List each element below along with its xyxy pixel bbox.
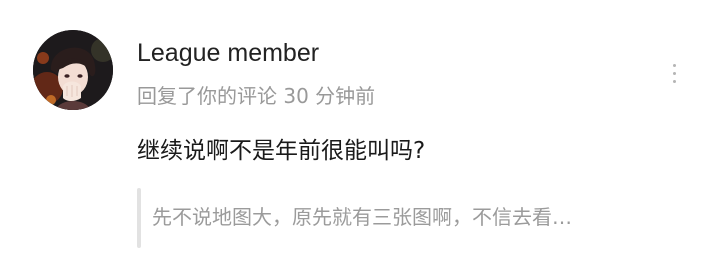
- quoted-text: 先不说地图大，原先就有三张图啊，不信去看…: [152, 205, 572, 229]
- reply-text[interactable]: 继续说啊不是年前很能叫吗?: [137, 135, 425, 167]
- quote-bar: [137, 188, 141, 248]
- notification-meta: 回复了你的评论 30 分钟前: [137, 84, 376, 108]
- notification-card[interactable]: League member 回复了你的评论 30 分钟前 继续说啊不是年前很能叫…: [0, 0, 720, 255]
- username[interactable]: League member: [137, 38, 319, 68]
- quoted-comment[interactable]: 先不说地图大，原先就有三张图啊，不信去看…: [137, 188, 682, 248]
- more-vertical-icon: [672, 63, 676, 67]
- more-vertical-icon: [672, 79, 676, 83]
- more-options-button[interactable]: [664, 60, 684, 86]
- avatar[interactable]: [33, 30, 113, 110]
- more-vertical-icon: [672, 71, 676, 75]
- avatar-image: [33, 30, 113, 110]
